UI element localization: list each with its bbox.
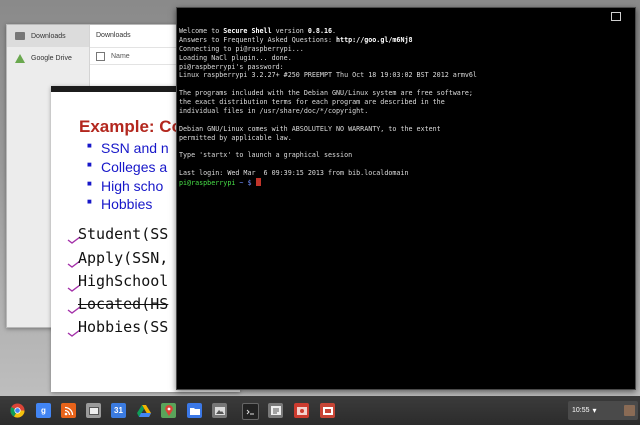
terminal-faq-link[interactable]: http://goo.gl/m6Nj8 [336,36,413,44]
terminal-icon[interactable] [242,403,259,420]
sidebar-item-google-drive[interactable]: Google Drive [7,47,89,69]
terminal-app-name: Secure Shell [223,27,272,35]
rss-icon[interactable] [61,403,76,418]
slide-relation: HighSchool [78,272,169,290]
prompt-path: ~ $ [235,179,256,188]
terminal-output[interactable]: Welcome to Secure Shell version 0.8.16. A… [179,27,615,187]
terminal-line: Last login: Wed Mar 6 09:39:15 2013 from… [179,169,409,178]
shelf: g 31 10:55 ▾ [0,396,640,425]
terminal-line: Linux raspberrypi 3.2.27+ #250 PREEMPT T… [179,71,477,80]
calendar-icon[interactable]: 31 [111,403,126,418]
terminal-line: individual files in /usr/share/doc/*/cop… [179,107,369,116]
prompt-user: pi@raspberrypi [179,179,236,188]
slide-bullet: Hobbies [87,196,152,212]
column-name-label: Name [111,52,130,60]
photos-icon[interactable] [294,403,309,418]
terminal-line: The programs included with the Debian GN… [179,89,473,98]
slide-relation: Student(SS [78,225,169,243]
terminal-text: . [332,27,337,35]
google-search-icon[interactable]: g [36,403,51,418]
terminal-line: Type 'startx' to launch a graphical sess… [179,151,353,160]
terminal-line: Welcome to Secure Shell version 0.8.16. [179,27,615,36]
presentation-icon[interactable] [320,403,335,418]
drive-icon[interactable] [136,403,151,418]
restore-window-icon[interactable] [611,12,621,21]
terminal-prompt-line[interactable]: pi@raspberrypi ~ $ [179,178,615,187]
sidebar-item-label: Downloads [31,32,66,40]
terminal-line: pi@raspberrypi's password: [179,62,284,71]
terminal-line: Connecting to pi@raspberrypi... [179,44,304,53]
slide-bullet: SSN and n [87,140,169,156]
slide-relation: Apply(SSN, [78,249,169,267]
slide-relation: Hobbies(SS [78,318,169,336]
terminal-line: Answers to Frequently Asked Questions: h… [179,36,615,45]
window-icon[interactable] [86,403,101,418]
system-tray[interactable]: 10:55 ▾ [568,401,638,420]
sidebar-item-downloads[interactable]: Downloads [7,25,89,47]
downloads-icon [15,32,25,40]
terminal-line: the exact distribution terms for each pr… [179,98,445,107]
maps-icon[interactable] [161,403,176,418]
wifi-icon: ▾ [592,406,597,415]
terminal-text: version [271,27,308,35]
terminal-window[interactable]: Welcome to Secure Shell version 0.8.16. A… [176,7,636,390]
clock: 10:55 [572,407,590,414]
gallery-icon[interactable] [212,403,227,418]
slide-bullet: Colleges a [87,159,167,175]
terminal-version: 0.8.16 [307,27,333,35]
sidebar-item-label: Google Drive [31,54,72,62]
terminal-line: Debian GNU/Linux comes with ABSOLUTELY N… [179,124,441,133]
files-icon[interactable] [187,403,202,418]
terminal-line: Loading NaCl plugin... done. [179,53,292,62]
slide-title: Example: Co [79,117,182,136]
terminal-line: permitted by applicable law. [179,133,292,142]
docs-icon[interactable] [268,403,283,418]
slide-relation-struck: Located(HS [78,295,169,313]
avatar[interactable] [624,405,635,416]
terminal-cursor [255,178,261,187]
google-drive-icon [15,53,25,63]
select-all-checkbox[interactable] [96,51,105,61]
terminal-text: Answers to Frequently Asked Questions: [179,35,337,44]
terminal-text: Welcome to [179,27,224,35]
slide-bullet: High scho [87,178,163,194]
chrome-icon[interactable] [10,403,25,418]
